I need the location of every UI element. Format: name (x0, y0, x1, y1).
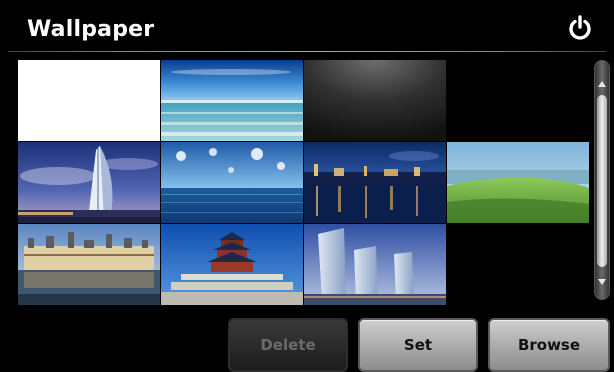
wallpaper-thumb-dark-gradient[interactable] (304, 60, 446, 141)
scrollbar-thumb[interactable] (597, 95, 607, 267)
delete-button[interactable]: Delete (228, 318, 348, 372)
wallpaper-screen: Wallpaper Delete Set Browse (0, 0, 614, 372)
wallpaper-slot-empty (447, 224, 589, 305)
wallpaper-thumb-burj-al-arab[interactable] (18, 142, 160, 223)
wallpaper-thumb-city-at-night[interactable] (304, 142, 446, 223)
header-divider (8, 51, 606, 52)
set-button[interactable]: Set (358, 318, 478, 372)
wallpaper-thumb-chateau[interactable] (18, 224, 160, 305)
header: Wallpaper (0, 0, 614, 52)
power-icon[interactable] (566, 14, 594, 42)
wallpaper-grid (18, 60, 589, 306)
wallpaper-thumb-green-coast[interactable] (447, 142, 589, 223)
wallpaper-thumb-sea-and-sky[interactable] (161, 60, 303, 141)
wallpaper-thumb-white[interactable] (18, 60, 160, 141)
page-title: Wallpaper (27, 17, 155, 42)
wallpaper-thumb-modern-towers[interactable] (304, 224, 446, 305)
browse-button[interactable]: Browse (488, 318, 610, 372)
vertical-scrollbar[interactable] (594, 60, 610, 300)
wallpaper-thumb-temple-of-heaven[interactable] (161, 224, 303, 305)
wallpaper-slot-empty (447, 60, 589, 141)
arrow-down-icon[interactable] (598, 279, 606, 285)
wallpaper-thumb-clouds-over-ocean[interactable] (161, 142, 303, 223)
arrow-up-icon[interactable] (598, 81, 606, 87)
